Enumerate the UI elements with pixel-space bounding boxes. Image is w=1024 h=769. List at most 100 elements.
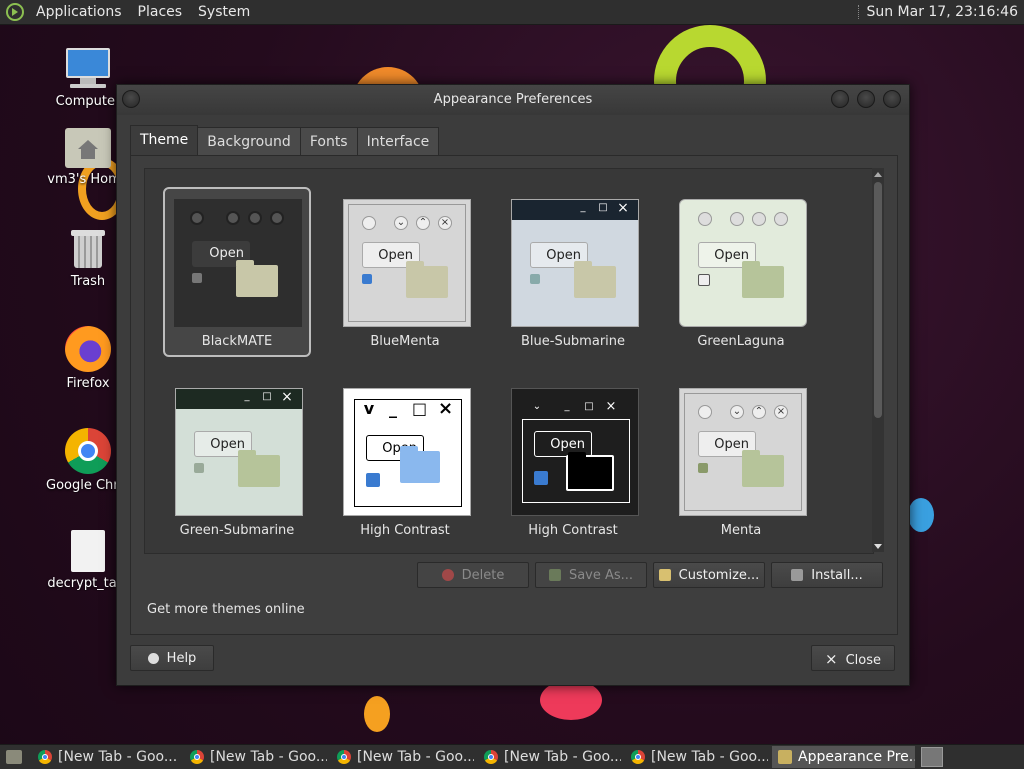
theme-thumbnail: Open <box>174 199 302 327</box>
thumb-button-icon <box>362 216 376 230</box>
delete-label: Delete <box>461 568 505 583</box>
theme-thumbnail: ⌄ ⌃ × Open <box>343 199 471 327</box>
menu-applications[interactable]: Applications <box>28 0 130 24</box>
task-label: [New Tab - Goo... <box>651 749 768 765</box>
taskbar-task[interactable]: [New Tab - Goo... <box>478 746 621 768</box>
window-title: Appearance Preferences <box>433 92 593 107</box>
bottom-taskbar: [New Tab - Goo... [New Tab - Goo... [New… <box>0 744 1024 769</box>
theme-item-high-contrast[interactable]: v _ □ × Open High Contrast <box>331 376 479 546</box>
thumb-button-icon <box>190 211 204 225</box>
scroll-down-arrow-icon[interactable] <box>874 544 882 549</box>
task-label: Appearance Pre... <box>798 749 915 765</box>
minimize-icon: _ <box>244 391 250 402</box>
wallpaper-dot-blue <box>908 498 934 532</box>
menu-system[interactable]: System <box>190 0 258 24</box>
wallpaper-dot-orange <box>364 696 390 732</box>
install-label: Install... <box>811 568 863 583</box>
help-button[interactable]: Help <box>130 645 214 671</box>
workspace-switcher[interactable] <box>921 747 943 767</box>
task-label: [New Tab - Goo... <box>357 749 474 765</box>
panel-clock[interactable]: Sun Mar 17, 23:16:46 <box>866 0 1018 24</box>
theme-tab-panel: Open BlackMATE ⌄ ⌃ × Open BlueMenta × □ … <box>130 155 898 635</box>
tab-background[interactable]: Background <box>197 127 301 156</box>
mate-logo-icon[interactable] <box>6 3 24 21</box>
theme-item-high-contrast-inverse[interactable]: ⌄ _ □ × Open High Contrast <box>499 376 647 546</box>
minimize-button[interactable] <box>831 90 849 108</box>
tab-bar: Theme Background Fonts Interface <box>130 125 440 156</box>
thumb-checkbox <box>698 463 708 473</box>
window-titlebar[interactable]: Appearance Preferences <box>117 85 909 115</box>
install-button[interactable]: Install... <box>771 562 883 588</box>
chevron-down-icon: v <box>363 399 375 418</box>
thumb-button-icon <box>698 212 712 226</box>
computer-icon <box>64 46 112 90</box>
get-more-themes-link[interactable]: Get more themes online <box>147 602 305 617</box>
theme-list-scrollbar[interactable] <box>872 168 884 552</box>
theme-item-green-submarine[interactable]: × □ _ Open Green-Submarine <box>163 376 311 546</box>
scrollbar-thumb[interactable] <box>874 182 882 418</box>
thumb-checkbox <box>534 471 548 485</box>
theme-item-bluementa[interactable]: ⌄ ⌃ × Open BlueMenta <box>331 187 479 357</box>
taskbar-task[interactable]: [New Tab - Goo... <box>184 746 327 768</box>
theme-thumbnail: × □ _ Open <box>511 199 639 327</box>
panel-separator <box>858 5 861 19</box>
theme-item-greenlaguna[interactable]: Open GreenLaguna <box>667 187 815 357</box>
close-button[interactable]: × Close <box>811 645 895 671</box>
thumb-button-icon <box>752 212 766 226</box>
taskbar-task-active[interactable]: Appearance Pre... <box>772 746 915 768</box>
delete-icon <box>441 569 454 581</box>
tab-theme[interactable]: Theme <box>130 125 199 156</box>
task-label: [New Tab - Goo... <box>504 749 621 765</box>
folder-icon <box>742 450 784 487</box>
help-icon <box>147 653 159 664</box>
chrome-icon <box>65 428 111 474</box>
menu-places[interactable]: Places <box>130 0 191 24</box>
close-icon: × <box>438 216 452 230</box>
save-as-button[interactable]: Save As... <box>535 562 647 588</box>
tab-interface[interactable]: Interface <box>356 127 440 156</box>
window-menu-button[interactable] <box>122 90 140 108</box>
appearance-icon <box>778 750 792 764</box>
document-icon <box>71 530 105 572</box>
thumb-button-icon <box>226 211 240 225</box>
chevron-down-icon: ⌄ <box>394 216 408 230</box>
folder-icon <box>742 261 784 298</box>
show-desktop-icon[interactable] <box>6 750 22 764</box>
save-icon <box>548 569 561 581</box>
install-icon <box>791 569 804 581</box>
close-window-button[interactable] <box>883 90 901 108</box>
folder-icon <box>400 446 440 483</box>
thumb-checkbox <box>362 274 372 284</box>
close-icon: × <box>605 399 617 414</box>
theme-item-blue-submarine[interactable]: × □ _ Open Blue-Submarine <box>499 187 647 357</box>
maximize-icon: □ <box>412 399 428 418</box>
scroll-up-arrow-icon[interactable] <box>874 172 882 177</box>
top-panel: Applications Places System Sun Mar 17, 2… <box>0 0 1024 25</box>
customize-button[interactable]: Customize... <box>653 562 765 588</box>
tab-fonts[interactable]: Fonts <box>299 127 358 156</box>
thumb-checkbox <box>698 274 710 286</box>
home-folder-icon <box>65 128 111 168</box>
thumb-button-icon <box>698 405 712 419</box>
theme-name: GreenLaguna <box>697 334 785 349</box>
taskbar-task[interactable]: [New Tab - Goo... <box>32 746 180 768</box>
taskbar-task[interactable]: [New Tab - Goo... <box>331 746 474 768</box>
trash-icon <box>71 228 105 270</box>
chevron-up-icon: ⌃ <box>416 216 430 230</box>
theme-list[interactable]: Open BlackMATE ⌄ ⌃ × Open BlueMenta × □ … <box>144 168 874 554</box>
theme-thumbnail: Open <box>679 199 807 327</box>
theme-item-blackmate[interactable]: Open BlackMATE <box>163 187 311 357</box>
theme-item-menta[interactable]: ⌄ ⌃ × Open Menta <box>667 376 815 546</box>
taskbar-task[interactable]: [New Tab - Goo... <box>625 746 768 768</box>
thumb-button-icon <box>774 212 788 226</box>
maximize-button[interactable] <box>857 90 875 108</box>
delete-button[interactable]: Delete <box>417 562 529 588</box>
thumb-button-icon <box>248 211 262 225</box>
folder-icon <box>236 260 278 297</box>
thumb-checkbox <box>194 463 204 473</box>
theme-thumbnail: ⌄ _ □ × Open <box>511 388 639 516</box>
thumb-checkbox <box>530 274 540 284</box>
close-icon: × <box>617 200 629 216</box>
chrome-icon <box>631 750 645 764</box>
wallpaper-dot-pink <box>540 680 602 720</box>
